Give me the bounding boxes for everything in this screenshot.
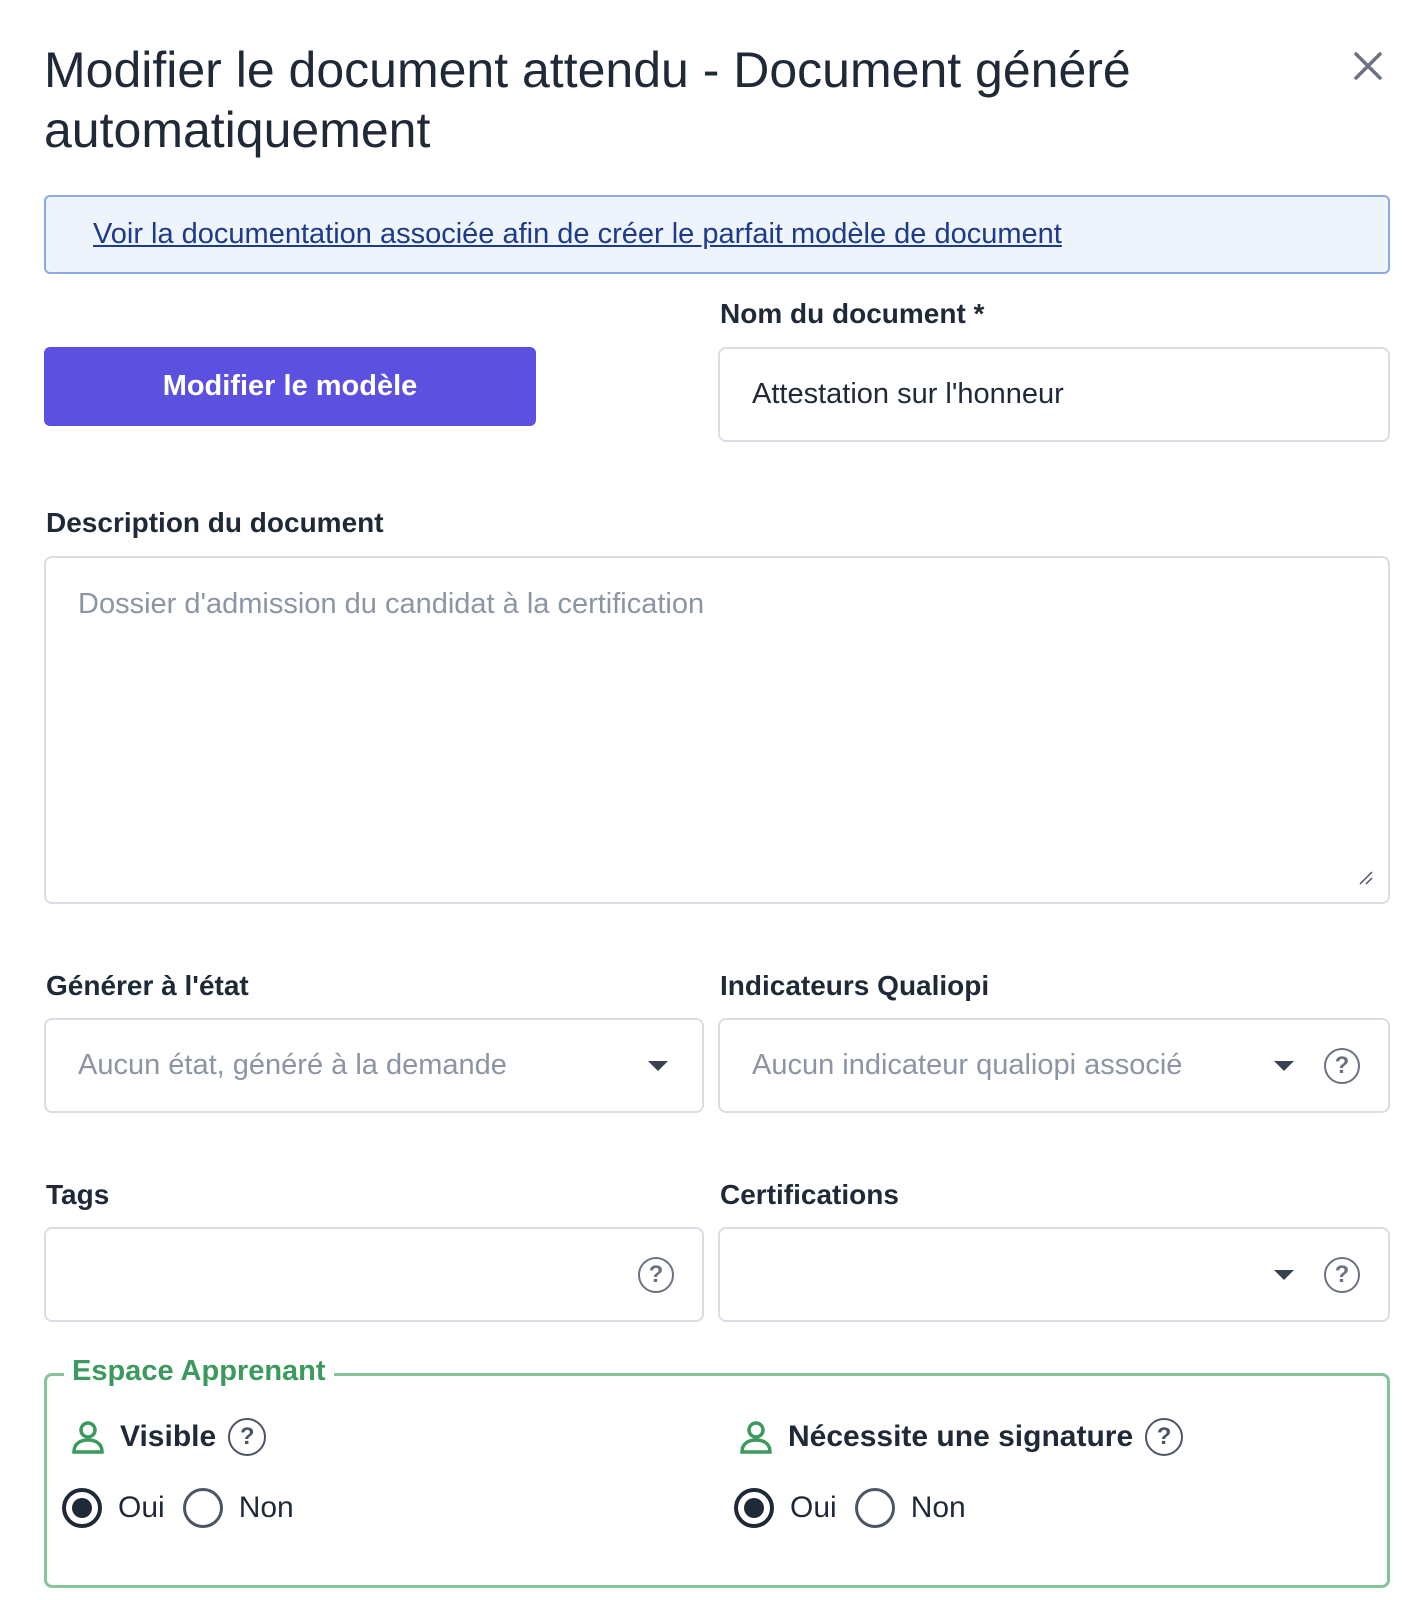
help-circle-icon[interactable]: ? [1145,1418,1184,1456]
visible-radio-non-label: Non [238,1491,294,1524]
generate-state-label: Générer à l'état [46,970,249,1001]
signature-radio-non[interactable] [854,1488,895,1528]
certifications-select[interactable]: ? [718,1227,1390,1322]
resize-handle-icon[interactable] [1358,870,1374,886]
signature-radio-group: Oui Non [734,1488,984,1528]
tags-input[interactable]: ? [44,1227,704,1322]
help-circle-icon[interactable]: ? [228,1418,267,1456]
signature-radio-oui[interactable] [734,1488,774,1528]
document-name-field[interactable]: Attestation sur l'honneur [718,347,1390,442]
caret-down-icon [1274,1269,1294,1280]
learner-space-legend: Espace Apprenant [64,1355,334,1388]
help-circle-icon[interactable]: ? [1324,1256,1360,1293]
signature-label: Nécessite une signature [788,1420,1134,1453]
person-icon [72,1421,104,1454]
visible-radio-oui-label: Oui [118,1491,165,1524]
visible-option-title: Visible ? [70,1418,267,1456]
signature-option-title: Nécessite une signature ? [738,1418,1184,1456]
caret-down-icon [1274,1060,1294,1071]
signature-radio-non-label: Non [910,1491,966,1524]
generate-state-placeholder: Aucun état, généré à la demande [78,1049,507,1081]
description-placeholder: Dossier d'admission du candidat à la cer… [78,588,705,620]
qualiopi-label: Indicateurs Qualiopi [720,970,990,1001]
learner-space-fieldset [44,1373,1390,1588]
description-label: Description du document [46,507,384,538]
visible-radio-group: Oui Non [62,1488,312,1528]
close-button[interactable] [1346,44,1390,88]
document-name-label: Nom du document * [720,298,985,329]
person-icon [740,1421,772,1454]
dialog-title: Modifier le document attendu - Document … [44,42,1131,158]
qualiopi-select[interactable]: Aucun indicateur qualiopi associé ? [718,1018,1390,1113]
edit-template-button[interactable]: Modifier le modèle [44,347,536,426]
tags-label: Tags [46,1179,110,1210]
signature-radio-oui-label: Oui [790,1491,837,1524]
visible-label: Visible [120,1420,217,1453]
certifications-label: Certifications [720,1179,899,1210]
document-name-value: Attestation sur l'honneur [752,378,1064,410]
close-icon [1354,52,1382,80]
visible-radio-non[interactable] [182,1488,223,1528]
qualiopi-placeholder: Aucun indicateur qualiopi associé [752,1049,1183,1081]
caret-down-icon [648,1060,668,1071]
help-circle-icon[interactable]: ? [638,1256,674,1293]
description-textarea[interactable]: Dossier d'admission du candidat à la cer… [44,556,1390,904]
help-circle-icon[interactable]: ? [1324,1047,1360,1084]
visible-radio-oui[interactable] [62,1488,102,1528]
generate-state-select[interactable]: Aucun état, généré à la demande [44,1018,704,1113]
documentation-link[interactable]: Voir la documentation associée afin de c… [93,218,1062,251]
documentation-banner: Voir la documentation associée afin de c… [44,195,1390,274]
